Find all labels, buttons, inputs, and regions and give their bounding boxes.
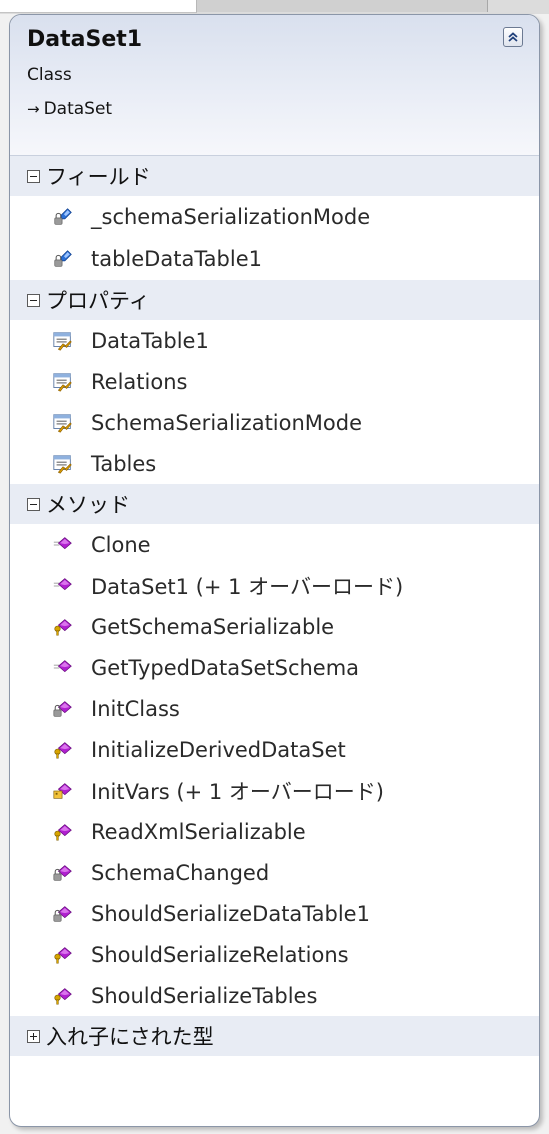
member-name: tableDataTable1 [91, 247, 262, 271]
member-item[interactable]: _schemaSerializationMode [10, 196, 539, 238]
tab-strip [0, 0, 549, 14]
fields-list: _schemaSerializationMode tableDataTable1 [10, 196, 539, 280]
collapse-toggle-icon[interactable] [27, 169, 40, 183]
member-item[interactable]: InitClass [10, 688, 539, 729]
section-title: 入れ子にされた型 [46, 1025, 214, 1049]
protected-method-icon [54, 946, 72, 963]
inheritance-arrow-icon: → [27, 100, 40, 118]
member-name: SchemaChanged [91, 860, 270, 885]
public-method-icon [53, 659, 72, 672]
member-item[interactable]: InitVars (+ 1 オーバーロード) [10, 770, 539, 811]
member-name: InitClass [91, 696, 180, 721]
member-name: DataSet1 (+ 1 オーバーロード) [91, 574, 404, 599]
member-item[interactable]: Relations [10, 361, 539, 402]
member-item[interactable]: InitializeDerivedDataSet [10, 729, 539, 770]
member-name: _schemaSerializationMode [91, 205, 371, 229]
internal-method-icon [53, 782, 72, 799]
collapse-toggle-icon[interactable] [27, 497, 40, 511]
member-item[interactable]: ShouldSerializeTables [10, 975, 539, 1016]
member-item[interactable]: Clone [10, 524, 539, 565]
member-item[interactable]: SchemaChanged [10, 852, 539, 893]
class-name[interactable]: DataSet1 [27, 27, 142, 52]
protected-method-icon [54, 823, 72, 840]
tab-middle[interactable] [197, 0, 488, 12]
collapse-toggle-icon[interactable] [27, 293, 40, 307]
member-item[interactable]: DataTable1 [10, 320, 539, 361]
protected-method-icon [54, 618, 72, 635]
member-name: Relations [91, 369, 188, 394]
member-item[interactable]: SchemaSerializationMode [10, 402, 539, 443]
private-field-icon [54, 250, 72, 267]
member-item[interactable]: ReadXmlSerializable [10, 811, 539, 852]
member-name: GetSchemaSerializable [91, 614, 335, 639]
member-name: Clone [91, 532, 151, 557]
member-name: SchemaSerializationMode [91, 410, 363, 435]
private-field-icon [54, 208, 72, 225]
member-name: ShouldSerializeTables [91, 983, 318, 1008]
section-fields[interactable]: フィールド [10, 156, 539, 196]
collapse-shape-button[interactable] [503, 27, 523, 47]
property-icon [53, 372, 72, 392]
member-name: InitVars (+ 1 オーバーロード) [91, 779, 384, 804]
section-methods[interactable]: メソッド [10, 484, 539, 524]
property-icon [53, 454, 72, 474]
member-item[interactable]: Tables [10, 443, 539, 484]
member-name: InitializeDerivedDataSet [91, 737, 346, 762]
base-class-name: DataSet [43, 99, 113, 119]
class-header[interactable]: DataSet1 Class → DataSet [10, 15, 539, 156]
member-name: Tables [91, 451, 157, 476]
section-title: メソッド [46, 493, 130, 517]
member-name: ShouldSerializeDataTable1 [91, 901, 370, 926]
section-properties[interactable]: プロパティ [10, 280, 539, 320]
base-class-label: → DataSet [27, 99, 112, 119]
methods-list: Clone DataSet1 (+ 1 オーバーロード) GetSchemaSeri… [10, 524, 539, 1016]
private-method-icon [53, 905, 72, 922]
member-item[interactable]: DataSet1 (+ 1 オーバーロード) [10, 565, 539, 606]
member-name: DataTable1 [91, 328, 209, 353]
section-title: プロパティ [46, 289, 150, 313]
double-chevron-up-icon [508, 32, 518, 42]
public-method-icon [53, 536, 72, 549]
member-item[interactable]: tableDataTable1 [10, 238, 539, 280]
private-method-icon [53, 700, 72, 717]
member-item[interactable]: ShouldSerializeDataTable1 [10, 893, 539, 934]
class-shape[interactable]: DataSet1 Class → DataSet フィールド _schemaSer… [9, 14, 540, 1127]
property-icon [53, 413, 72, 433]
protected-method-icon [54, 741, 72, 758]
member-name: ReadXmlSerializable [91, 819, 306, 844]
section-nested-types[interactable]: 入れ子にされた型 [10, 1016, 539, 1056]
properties-list: DataTable1 Relations SchemaSerializationMo… [10, 320, 539, 484]
protected-method-icon [54, 987, 72, 1004]
class-kind-label: Class [27, 65, 72, 85]
section-title: フィールド [46, 165, 151, 189]
public-method-icon [53, 577, 72, 590]
member-item[interactable]: ShouldSerializeRelations [10, 934, 539, 975]
property-icon [53, 331, 72, 351]
expand-toggle-icon[interactable] [27, 1029, 40, 1043]
private-method-icon [53, 864, 72, 881]
tab-left[interactable] [0, 0, 197, 13]
member-item[interactable]: GetTypedDataSetSchema [10, 647, 539, 688]
member-name: GetTypedDataSetSchema [91, 655, 360, 680]
member-name: ShouldSerializeRelations [91, 942, 349, 967]
member-item[interactable]: GetSchemaSerializable [10, 606, 539, 647]
